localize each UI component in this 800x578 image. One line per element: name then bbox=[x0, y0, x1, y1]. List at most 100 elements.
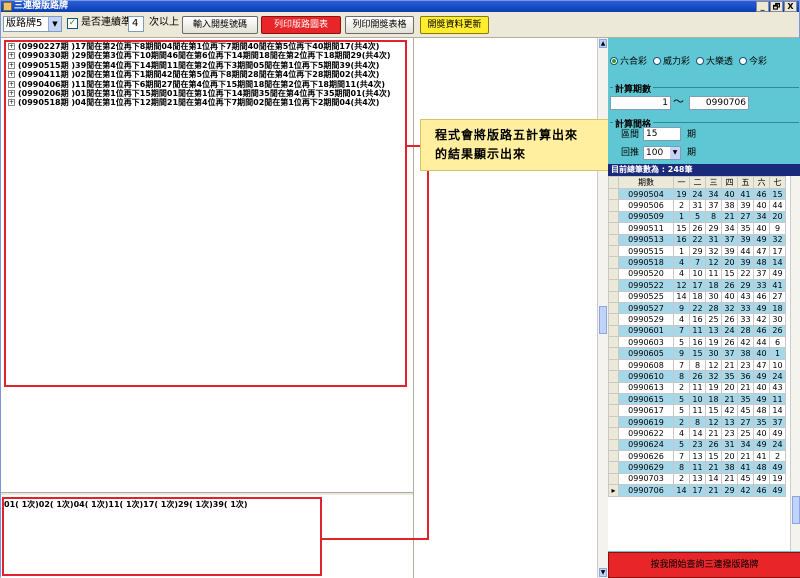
number-cell[interactable]: 7 bbox=[673, 358, 690, 372]
number-cell[interactable]: 36 bbox=[737, 370, 754, 383]
results-tree[interactable]: + (0990227期 )17閒在第2位再下8期間04閒在第1位再下7期間40閒在… bbox=[4, 40, 407, 387]
number-cell[interactable]: 43 bbox=[737, 290, 754, 303]
number-cell[interactable]: 9 bbox=[673, 347, 690, 360]
number-cell[interactable]: 2 bbox=[673, 381, 690, 395]
period-cell[interactable]: 0990520 bbox=[618, 267, 674, 281]
minimize-button[interactable]: _ bbox=[756, 1, 769, 12]
number-cell[interactable]: 15 bbox=[705, 449, 722, 463]
number-cell[interactable]: 22 bbox=[689, 301, 706, 315]
radio-super-lotto[interactable]: 威力彩 bbox=[653, 54, 690, 67]
number-cell[interactable]: 14 bbox=[673, 290, 690, 303]
number-cell[interactable]: 5 bbox=[673, 336, 690, 349]
number-cell[interactable]: 19 bbox=[769, 472, 786, 486]
column-header[interactable]: 五 bbox=[737, 176, 754, 189]
period-cell[interactable]: 0990504 bbox=[618, 187, 674, 201]
tree-node[interactable]: + (0990330期 )29閒在第3位再下10期間46閒在第6位再下14期間18… bbox=[6, 51, 405, 60]
number-cell[interactable]: 2 bbox=[673, 472, 690, 486]
period-cell[interactable]: 0990525 bbox=[618, 290, 674, 303]
number-cell[interactable]: 23 bbox=[721, 427, 738, 440]
number-cell[interactable]: 29 bbox=[705, 222, 722, 235]
number-cell[interactable]: 21 bbox=[705, 484, 722, 497]
period-cell[interactable]: 0990615 bbox=[618, 393, 674, 406]
number-cell[interactable]: 49 bbox=[753, 472, 770, 486]
period-cell[interactable]: 0990509 bbox=[618, 210, 674, 224]
table-row[interactable]: 0990603 5 16 19 26 42 44 6 bbox=[608, 336, 786, 349]
row-header[interactable] bbox=[608, 427, 619, 440]
number-cell[interactable]: 13 bbox=[689, 449, 706, 463]
row-header[interactable] bbox=[608, 461, 619, 474]
number-cell[interactable]: 26 bbox=[769, 324, 786, 338]
period-cell[interactable]: 0990603 bbox=[618, 336, 674, 349]
number-cell[interactable]: 22 bbox=[689, 233, 706, 246]
period-to-input[interactable]: 0990706 bbox=[689, 96, 749, 110]
number-cell[interactable]: 30 bbox=[705, 347, 722, 360]
tree-node[interactable]: + (0990515期 )39閒在第4位再下14期間11閒在第2位再下3期間05閒… bbox=[6, 61, 405, 70]
number-cell[interactable]: 15 bbox=[721, 267, 738, 281]
number-cell[interactable]: 17 bbox=[769, 244, 786, 258]
number-cell[interactable]: 21 bbox=[705, 461, 722, 474]
expand-icon[interactable]: + bbox=[8, 61, 15, 69]
number-cell[interactable]: 31 bbox=[721, 438, 738, 452]
table-row[interactable]: 0990629 8 11 21 38 41 48 49 bbox=[608, 461, 786, 474]
number-cell[interactable]: 9 bbox=[673, 301, 690, 315]
number-cell[interactable]: 12 bbox=[705, 358, 722, 372]
table-row[interactable]: 0990601 7 11 13 24 28 46 26 bbox=[608, 324, 786, 338]
number-cell[interactable]: 38 bbox=[721, 461, 738, 474]
expand-icon[interactable]: + bbox=[8, 89, 15, 97]
row-header[interactable] bbox=[608, 199, 619, 212]
row-header[interactable]: ▸ bbox=[608, 484, 619, 497]
period-cell[interactable]: 0990626 bbox=[618, 449, 674, 463]
number-cell[interactable]: 37 bbox=[769, 415, 786, 429]
number-cell[interactable]: 5 bbox=[673, 393, 690, 406]
number-cell[interactable]: 49 bbox=[753, 370, 770, 383]
number-cell[interactable]: 4 bbox=[673, 427, 690, 440]
number-cell[interactable]: 14 bbox=[689, 427, 706, 440]
period-cell[interactable]: 0990522 bbox=[618, 279, 674, 292]
number-cell[interactable]: 15 bbox=[673, 222, 690, 235]
number-cell[interactable]: 8 bbox=[689, 415, 706, 429]
number-cell[interactable]: 48 bbox=[753, 404, 770, 417]
row-header[interactable] bbox=[608, 244, 619, 258]
number-cell[interactable]: 33 bbox=[753, 279, 770, 292]
number-cell[interactable]: 11 bbox=[689, 381, 706, 395]
column-header[interactable]: 一 bbox=[673, 176, 690, 189]
number-cell[interactable]: 19 bbox=[705, 381, 722, 395]
row-header[interactable] bbox=[608, 256, 619, 269]
table-row[interactable]: 0990527 9 22 28 32 33 49 18 bbox=[608, 301, 786, 315]
number-cell[interactable]: 23 bbox=[689, 438, 706, 452]
number-cell[interactable]: 24 bbox=[689, 187, 706, 201]
number-cell[interactable]: 5 bbox=[689, 210, 706, 224]
number-cell[interactable]: 7 bbox=[673, 449, 690, 463]
table-row[interactable]: 0990608 7 8 12 21 23 47 10 bbox=[608, 358, 786, 372]
number-cell[interactable]: 42 bbox=[753, 313, 770, 326]
number-cell[interactable]: 47 bbox=[753, 358, 770, 372]
number-cell[interactable]: 16 bbox=[689, 313, 706, 326]
period-cell[interactable]: 0990617 bbox=[618, 404, 674, 417]
number-cell[interactable]: 7 bbox=[689, 256, 706, 269]
period-cell[interactable]: 0990527 bbox=[618, 301, 674, 315]
number-cell[interactable]: 10 bbox=[769, 358, 786, 372]
row-header[interactable] bbox=[608, 358, 619, 372]
number-cell[interactable]: 8 bbox=[673, 370, 690, 383]
number-cell[interactable]: 10 bbox=[689, 393, 706, 406]
number-cell[interactable]: 20 bbox=[721, 381, 738, 395]
number-cell[interactable]: 24 bbox=[721, 324, 738, 338]
number-cell[interactable]: 28 bbox=[705, 301, 722, 315]
table-row[interactable]: 0990615 5 10 18 21 35 49 11 bbox=[608, 393, 786, 406]
tree-node[interactable]: + (0990518期 )04閒在第1位再下12期間21閒在第4位再下7期間02閒… bbox=[6, 98, 405, 107]
table-row[interactable]: 0990520 4 10 11 15 22 37 49 bbox=[608, 267, 786, 281]
number-cell[interactable]: 37 bbox=[705, 199, 722, 212]
number-cell[interactable]: 21 bbox=[737, 449, 754, 463]
period-cell[interactable]: 0990706 bbox=[618, 484, 674, 497]
number-cell[interactable]: 38 bbox=[721, 199, 738, 212]
number-cell[interactable]: 45 bbox=[737, 472, 754, 486]
row-header[interactable] bbox=[608, 393, 619, 406]
scroll-down-icon[interactable]: ▼ bbox=[599, 568, 607, 577]
table-row[interactable]: 0990525 14 18 30 40 43 46 27 bbox=[608, 290, 786, 303]
number-cell[interactable]: 5 bbox=[673, 404, 690, 417]
period-cell[interactable]: 0990613 bbox=[618, 381, 674, 395]
number-cell[interactable]: 49 bbox=[769, 267, 786, 281]
number-cell[interactable]: 31 bbox=[705, 233, 722, 246]
radio-lotto-649[interactable]: 大樂透 bbox=[696, 54, 733, 67]
number-cell[interactable]: 49 bbox=[753, 233, 770, 246]
